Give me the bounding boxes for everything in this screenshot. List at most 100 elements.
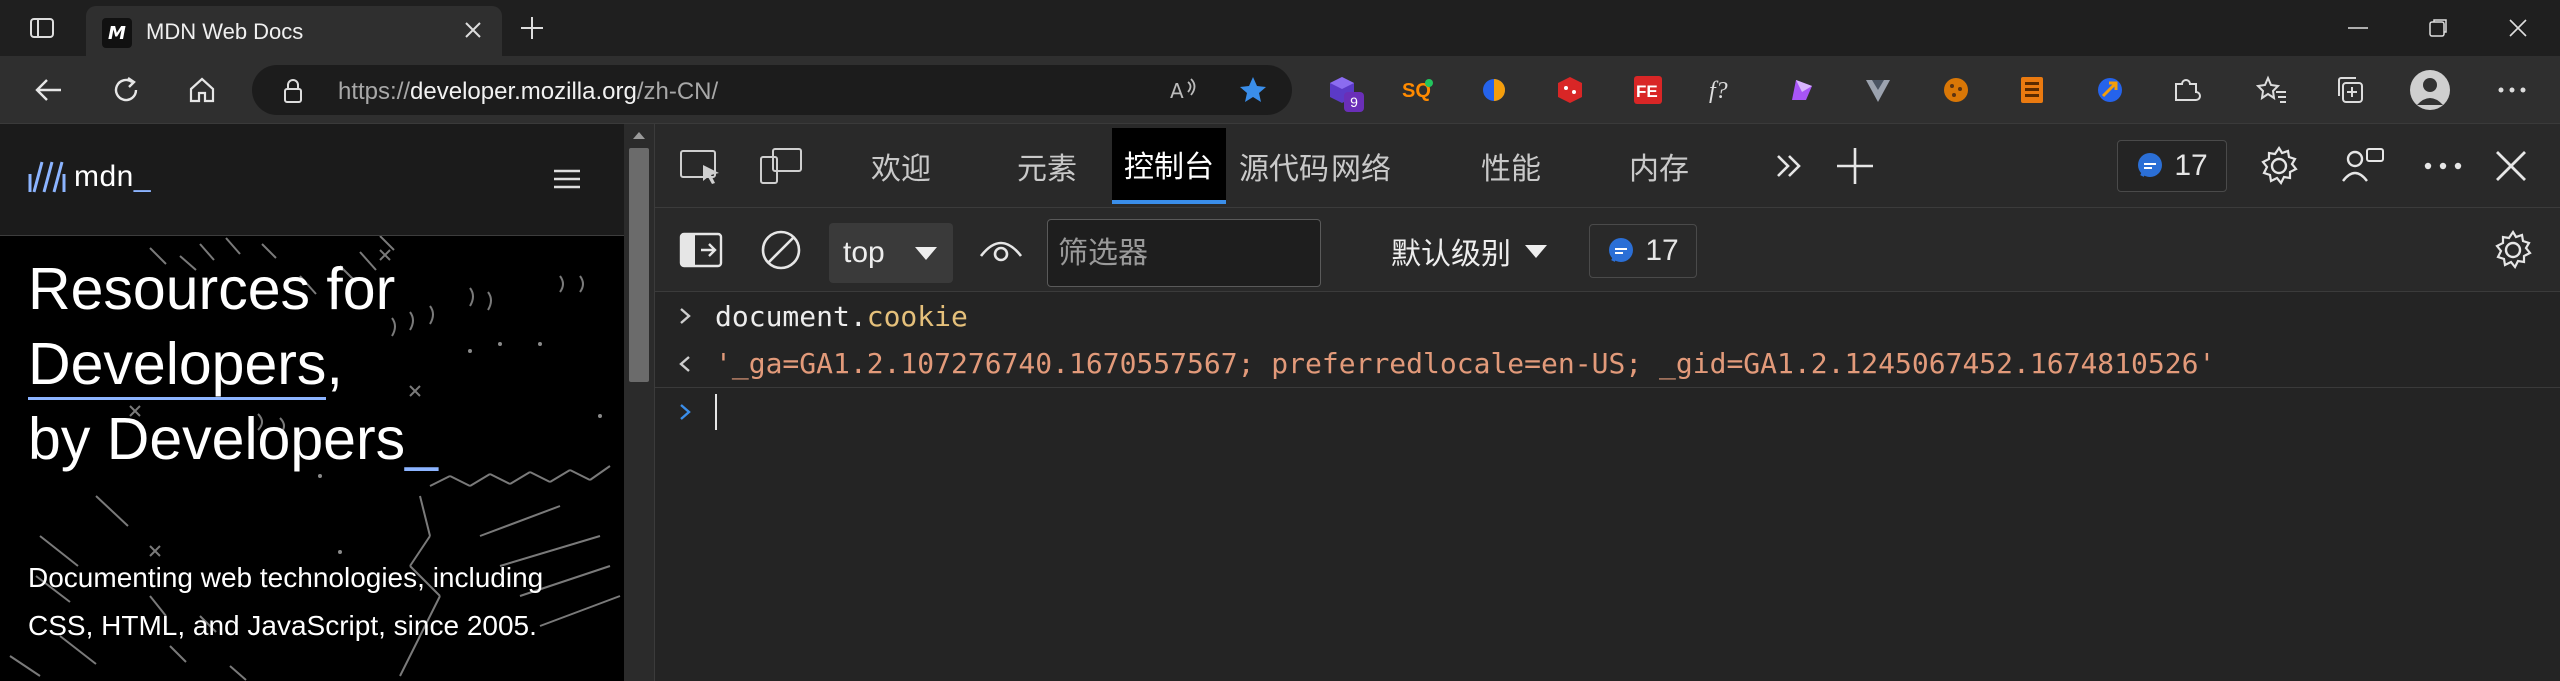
fe-helper-icon[interactable]: FE (1628, 70, 1668, 110)
blue-orange-circle-icon[interactable] (1474, 70, 1514, 110)
sq-extension-icon[interactable]: SQ (1398, 70, 1438, 110)
hero-heading: Resources for Developers, by Developers_ (28, 252, 438, 477)
url-text[interactable]: https://developer.mozilla.org/zh-CN/ (338, 78, 718, 106)
log-levels-dropdown[interactable]: 默认级别 (1391, 226, 1547, 276)
console-output[interactable]: document. cookie '_ga=GA1.2.107276740.167… (655, 292, 2560, 681)
console-input-line[interactable]: document. cookie (655, 292, 2560, 340)
hero-line-3: by Developers_ (28, 402, 438, 477)
more-tabs-chevron-icon[interactable] (1765, 144, 1813, 188)
title-bar: M MDN Web Docs (0, 0, 2560, 56)
home-icon[interactable] (180, 68, 224, 112)
page-scrollbar[interactable] (624, 124, 654, 681)
live-expression-eye-icon[interactable] (977, 228, 1025, 272)
function-icon[interactable]: f? (1704, 70, 1744, 110)
read-aloud-icon[interactable]: A (1168, 76, 1198, 109)
refresh-icon[interactable] (104, 68, 148, 112)
console-result-line[interactable]: '_ga=GA1.2.107276740.1670557567; preferr… (655, 340, 2560, 388)
console-toolbar: top 默认级别 17 (655, 208, 2560, 292)
address-bar[interactable]: https://developer.mozilla.org/zh-CN/ A (252, 65, 1292, 115)
profile-avatar-icon[interactable] (2408, 68, 2452, 112)
issues-count: 17 (2174, 149, 2208, 182)
toggle-sidebar-icon[interactable] (677, 228, 725, 272)
mdn-favicon-icon: M (102, 18, 132, 48)
tab-elements[interactable]: 元素 (1005, 124, 1089, 208)
svg-text:FE: FE (1636, 82, 1658, 101)
orange-box-icon[interactable] (2012, 70, 2052, 110)
mdn-logo[interactable]: mdn_ (28, 160, 151, 194)
context-selector[interactable]: top (829, 223, 953, 283)
hamburger-menu-icon[interactable] (552, 164, 582, 194)
cookie-icon[interactable] (1936, 70, 1976, 110)
message-icon (2138, 153, 2163, 177)
hero-line-3-text: by Developers (28, 406, 406, 472)
toolbar-issues-count: 17 (1645, 234, 1679, 267)
mdn-header: mdn_ (0, 124, 624, 236)
hero-developers-link[interactable]: Developers (28, 331, 327, 400)
filter-input[interactable] (1047, 219, 1321, 287)
mdn-wordmark: mdn_ (74, 160, 151, 194)
chevron-right-icon (655, 306, 715, 326)
tab-console[interactable]: 控制台 (1112, 128, 1226, 204)
purple-shape-icon[interactable] (1782, 70, 1822, 110)
console-settings-gear-icon[interactable] (2489, 228, 2537, 272)
purple-cube-icon[interactable]: 9 (1322, 70, 1364, 112)
hero-line-1: Resources for (28, 256, 396, 322)
mdn-logo-underscore: _ (133, 160, 152, 193)
close-tab-icon[interactable] (458, 15, 488, 45)
url-path: /zh-CN/ (636, 78, 719, 105)
console-prompt-line[interactable] (655, 388, 2560, 436)
svg-text:A: A (1170, 79, 1184, 103)
toolbar-issues-button[interactable]: 17 (1589, 224, 1697, 278)
device-emulation-icon[interactable] (757, 144, 805, 188)
favorite-star-icon[interactable] (1238, 75, 1268, 110)
chevron-down-icon (915, 247, 937, 260)
context-value: top (843, 236, 885, 269)
console-result-string[interactable]: '_ga=GA1.2.107276740.1670557567; preferr… (715, 347, 2215, 380)
back-icon[interactable] (26, 68, 70, 112)
lock-icon[interactable] (282, 78, 304, 109)
tab-memory[interactable]: 内存 (1617, 124, 1701, 208)
red-cube-icon[interactable] (1550, 70, 1590, 110)
feedback-icon[interactable] (2339, 144, 2387, 188)
mdn-logo-text: mdn (74, 160, 134, 193)
hero-cursor: _ (405, 406, 438, 472)
inspect-element-icon[interactable] (677, 144, 725, 188)
prompt-chevron-icon (655, 402, 715, 422)
puzzle-icon[interactable] (2166, 70, 2206, 110)
tab-title: MDN Web Docs (146, 19, 304, 44)
tab-performance[interactable]: 性能 (1469, 124, 1553, 208)
scrollbar-thumb[interactable] (629, 148, 649, 382)
tab-network[interactable]: 网络 (1319, 124, 1403, 208)
console-input-property: cookie (866, 299, 968, 333)
settings-gear-icon[interactable] (2255, 144, 2303, 188)
add-tab-icon[interactable] (1831, 144, 1879, 188)
message-icon (1609, 238, 1634, 262)
mdn-page: mdn_ Resources for Developers, by Develo… (0, 124, 624, 681)
devtools-tab-bar: 欢迎 元素 控制台 源代码 网络 性能 内存 17 (655, 124, 2560, 208)
hero-description: Documenting web technologies, including … (28, 562, 544, 641)
browser-tab[interactable]: M MDN Web Docs (86, 6, 502, 56)
close-window-icon[interactable] (2496, 10, 2540, 46)
chevron-down-icon (1525, 244, 1547, 258)
chevron-left-icon (655, 354, 715, 374)
close-devtools-icon[interactable] (2487, 144, 2535, 188)
tab-welcome[interactable]: 欢迎 (859, 124, 943, 208)
devtools-more-icon[interactable] (2419, 144, 2467, 188)
devtools-panel: 欢迎 元素 控制台 源代码 网络 性能 内存 17 top 筛选器 默认级别 1… (654, 124, 2560, 681)
globe-arrow-icon[interactable] (2090, 70, 2130, 110)
tab-actions-icon[interactable] (20, 12, 64, 44)
url-scheme: https:// (338, 78, 411, 105)
hero-line-2: Developers, (28, 327, 438, 402)
new-tab-icon[interactable] (514, 12, 550, 44)
scroll-up-icon[interactable] (632, 130, 646, 140)
clear-console-icon[interactable] (757, 228, 805, 272)
v-shape-icon[interactable] (1858, 70, 1898, 110)
hero-comma: , (326, 331, 343, 397)
minimize-icon[interactable] (2336, 10, 2380, 46)
svg-text:f?: f? (1709, 78, 1728, 104)
restore-icon[interactable] (2416, 10, 2460, 46)
issues-counter-button[interactable]: 17 (2117, 140, 2227, 192)
favorites-icon[interactable] (2252, 70, 2292, 110)
more-icon[interactable] (2492, 70, 2532, 110)
collections-icon[interactable] (2330, 70, 2370, 110)
